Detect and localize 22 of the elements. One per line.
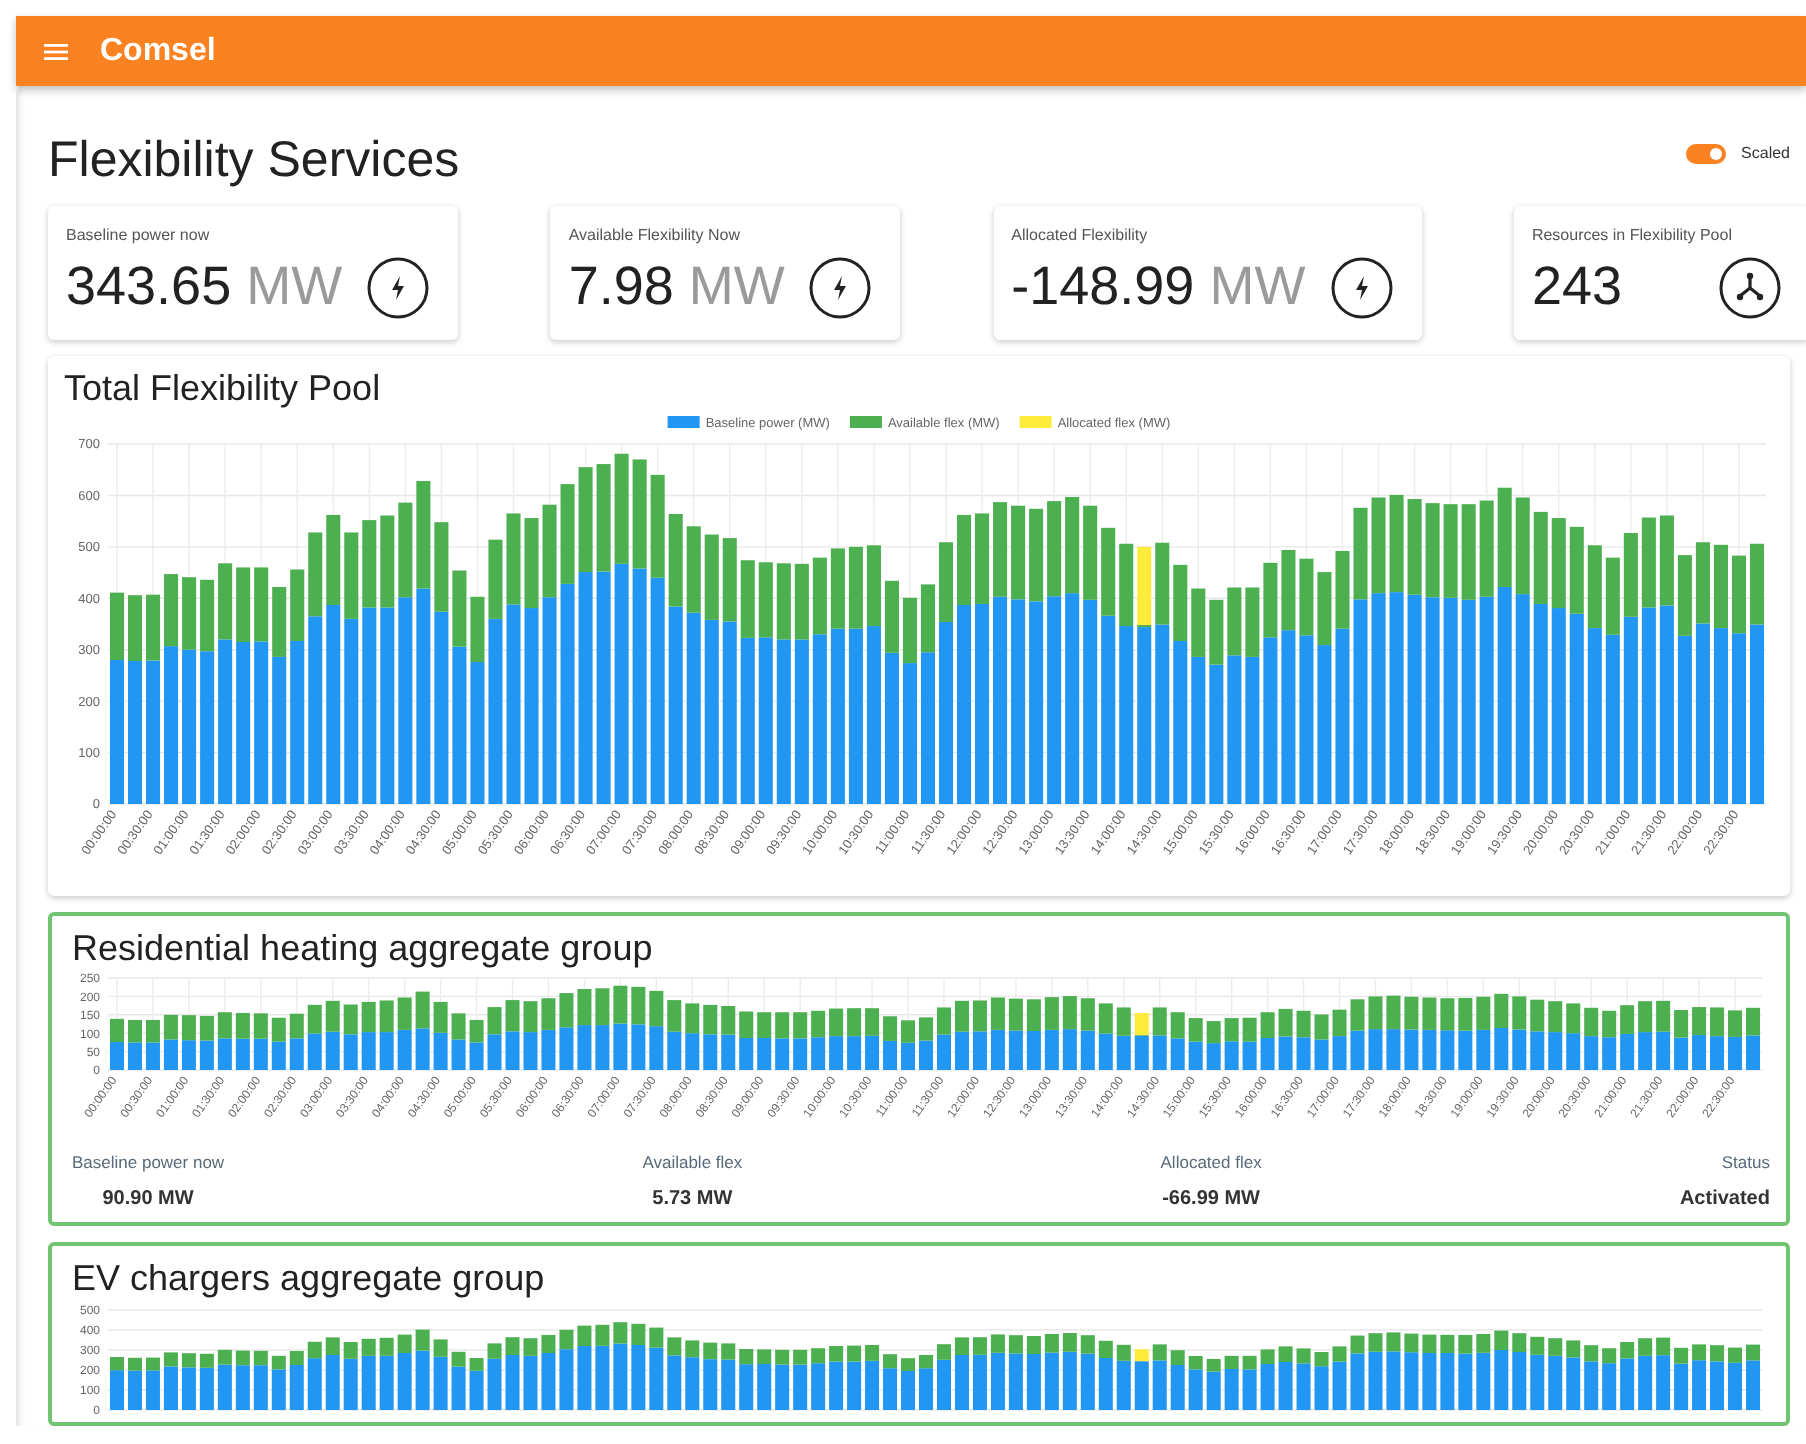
page-title: Flexibility Services bbox=[48, 130, 460, 190]
group-title: Residential heating aggregate group bbox=[72, 927, 655, 971]
stat-label: Available flex bbox=[642, 1150, 743, 1176]
group-title: EV chargers aggregate group bbox=[72, 1257, 547, 1302]
stat-value: 5.73 MW bbox=[650, 1185, 735, 1214]
stat-label: Status bbox=[1719, 1150, 1770, 1176]
stat-label: Allocated Flexibility bbox=[1011, 224, 1150, 248]
stat-label: Allocated flex bbox=[1160, 1150, 1262, 1176]
chart-title: Total Flexibility Pool bbox=[64, 368, 383, 412]
stat-label: Resources in Flexibility Pool bbox=[1531, 224, 1734, 248]
stat-label: Baseline power now bbox=[72, 1150, 225, 1176]
stat-label: Baseline power now bbox=[66, 224, 212, 248]
stat-value: 343.65 MW bbox=[66, 258, 343, 318]
stat-value: 90.90 MW bbox=[100, 1185, 196, 1214]
stat-value: Activated bbox=[1679, 1185, 1770, 1214]
stat-value: -148.99 MW bbox=[1011, 258, 1306, 318]
stat-value: 243 bbox=[1531, 258, 1622, 318]
stat-label: Available Flexibility Now bbox=[568, 224, 742, 248]
stat-value: 7.98 MW bbox=[568, 258, 785, 318]
toggle-label[interactable]: Scaled bbox=[1741, 142, 1790, 166]
app-title: Comsel bbox=[100, 31, 216, 71]
stat-value: -66.99 MW bbox=[1160, 1185, 1262, 1214]
